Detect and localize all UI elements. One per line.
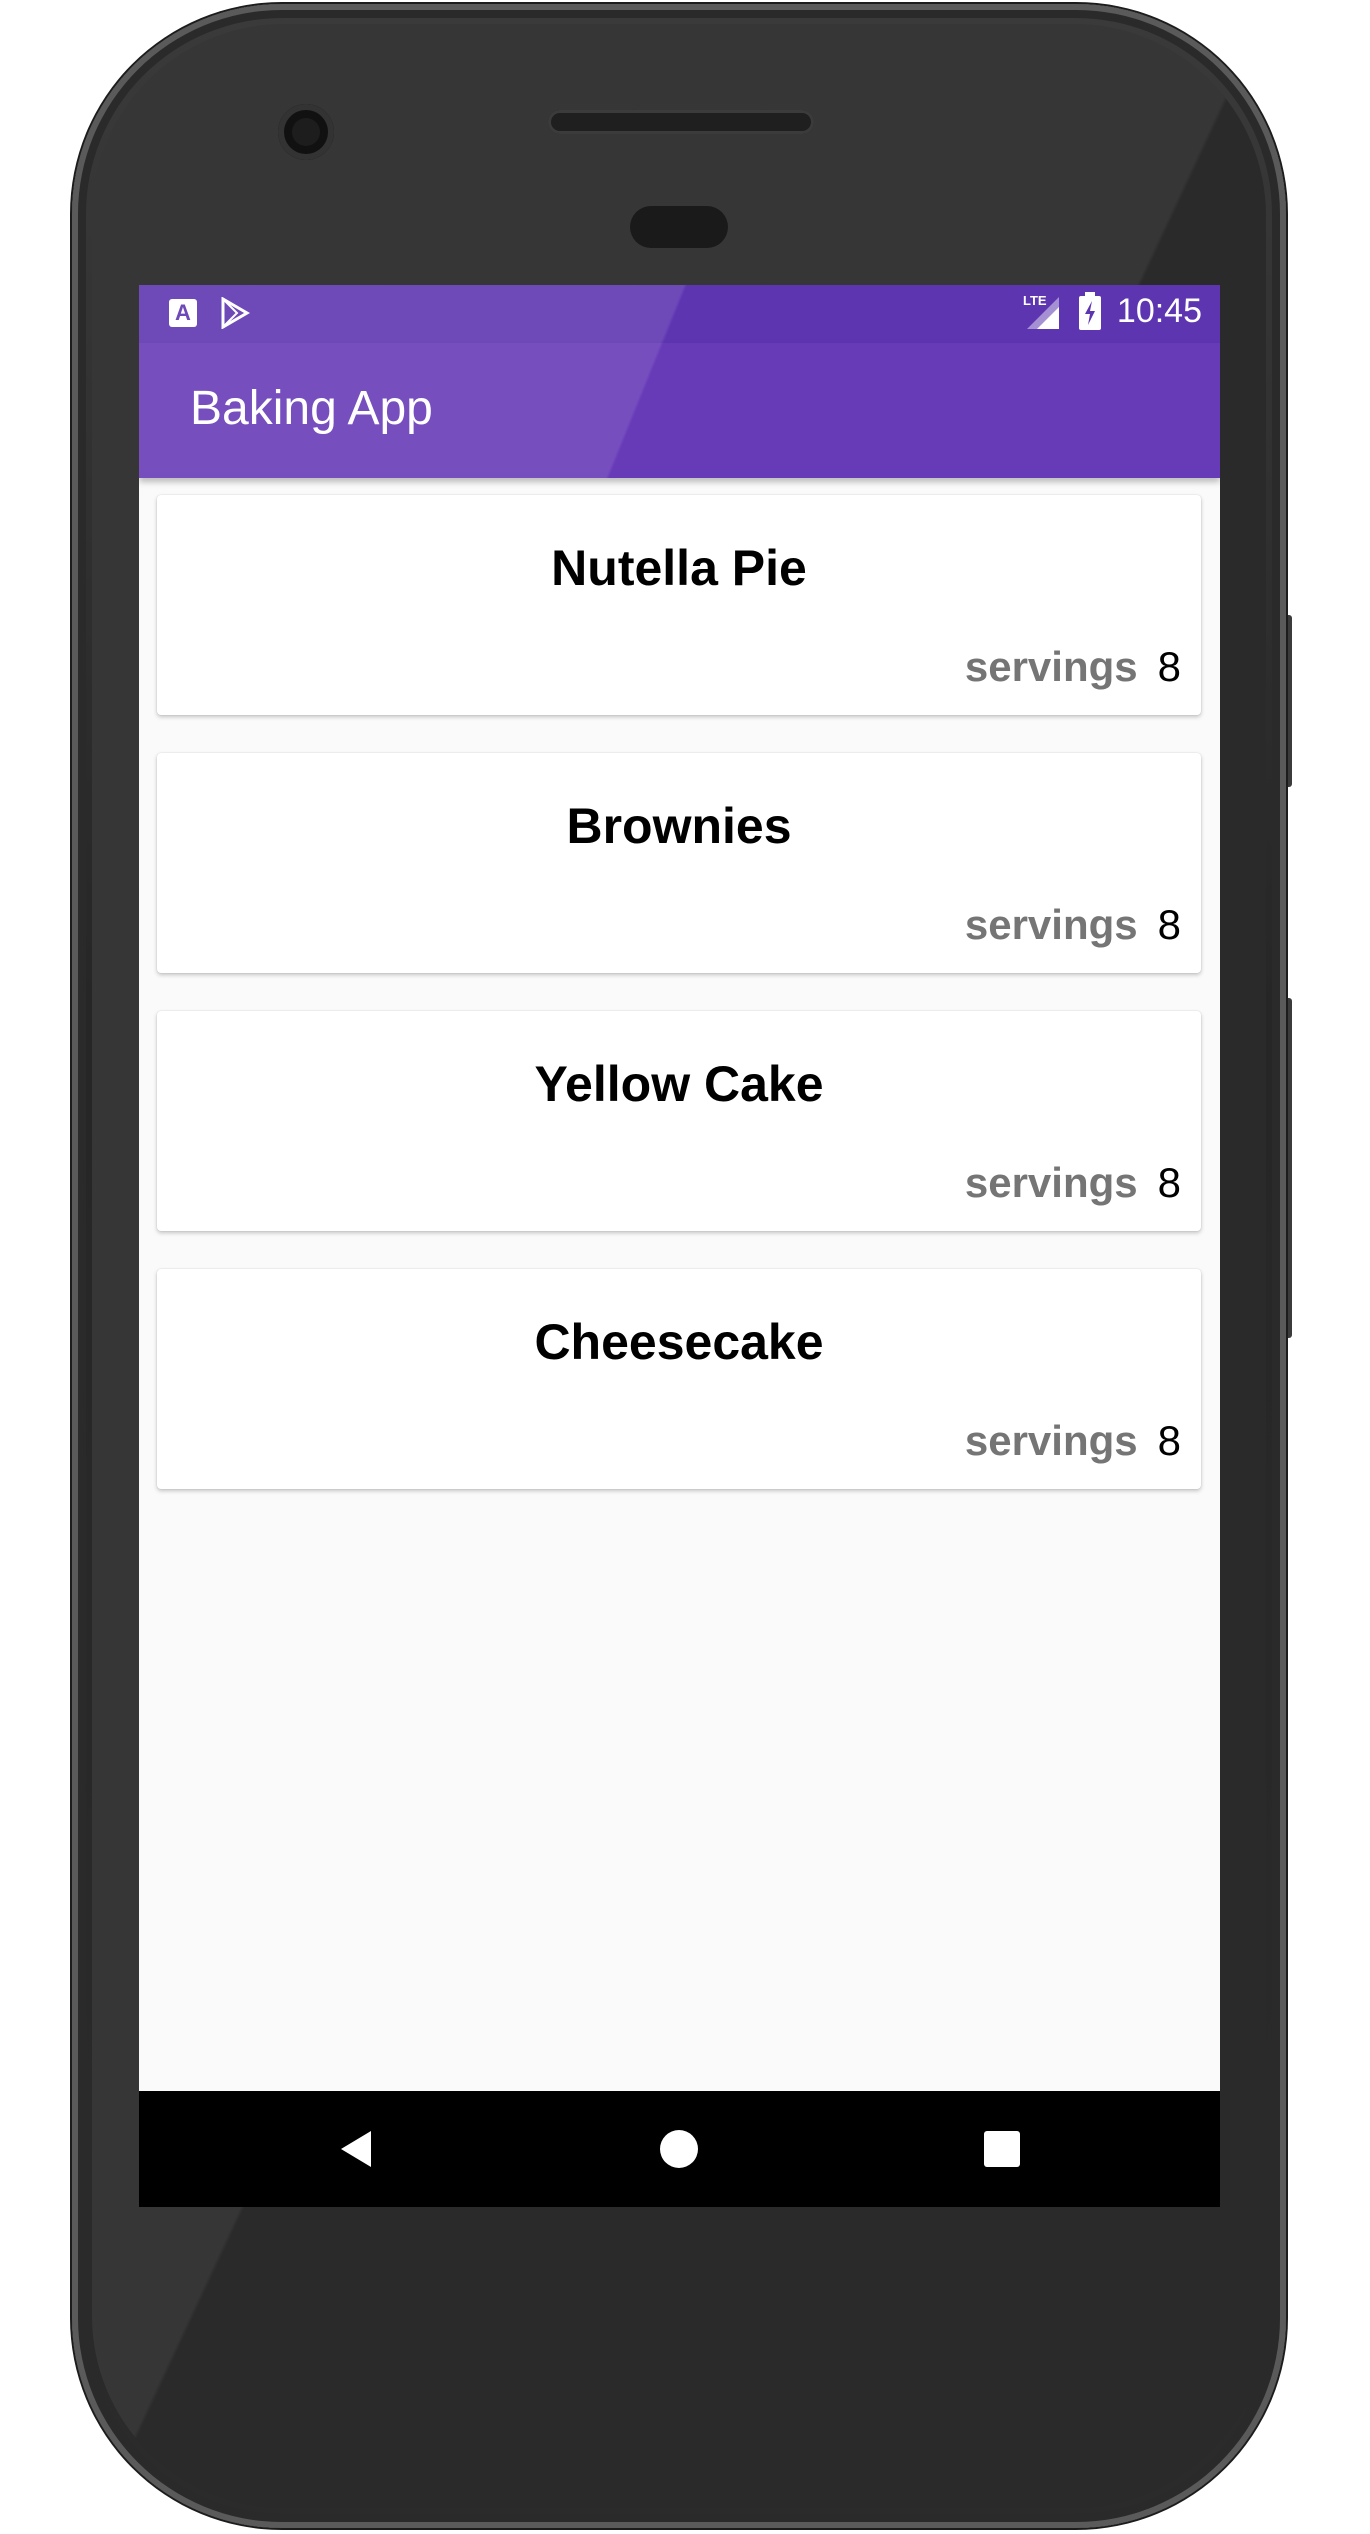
servings-count: 8 [1157, 1417, 1181, 1464]
device-stage: A LTE 10:45 Baking App Nutella Pie servi… [0, 0, 1370, 2534]
lte-signal-icon: LTE [1023, 293, 1059, 329]
screen: A LTE 10:45 Baking App Nutella Pie servi… [139, 285, 1220, 2207]
servings-label: servings [964, 1417, 1138, 1464]
navigation-bar [139, 2091, 1220, 2207]
status-notifications: A [169, 297, 251, 329]
recipe-card-brownies[interactable]: Brownies servings 8 [157, 753, 1201, 973]
battery-charging-icon [1078, 292, 1101, 330]
recipe-card-yellow-cake[interactable]: Yellow Cake servings 8 [157, 1011, 1201, 1231]
servings-label: servings [964, 643, 1138, 690]
servings-label: servings [964, 901, 1138, 948]
back-button[interactable] [333, 2125, 381, 2173]
recents-button[interactable] [978, 2125, 1026, 2173]
svg-text:LTE: LTE [1023, 293, 1047, 308]
play-store-icon [221, 297, 250, 329]
recipe-name: Yellow Cake [534, 1056, 824, 1112]
servings-count: 8 [1157, 1159, 1181, 1206]
status-time: 10:45 [1116, 291, 1202, 330]
recipe-name: Brownies [566, 798, 792, 854]
status-system: LTE 10:45 [1023, 291, 1202, 331]
servings-count: 8 [1157, 643, 1181, 690]
proximity-sensor [630, 206, 728, 248]
servings-row: servings 8 [965, 901, 1181, 949]
recipe-name: Cheesecake [534, 1314, 824, 1370]
earpiece-speaker [548, 110, 814, 134]
recents-icon [984, 2131, 1020, 2167]
back-icon [341, 2131, 371, 2167]
app-title: Baking App [190, 382, 433, 435]
a-notification-icon: A [169, 299, 197, 327]
servings-row: servings 8 [965, 643, 1181, 691]
recipe-list: Nutella Pie servings 8 Brownies servings… [157, 495, 1201, 1527]
recipe-name: Nutella Pie [551, 540, 807, 596]
status-bar: A LTE 10:45 [139, 285, 1220, 343]
servings-label: servings [964, 1159, 1138, 1206]
servings-count: 8 [1157, 901, 1181, 948]
servings-row: servings 8 [965, 1417, 1181, 1465]
app-bar: Baking App [139, 343, 1220, 478]
recipe-card-nutella-pie[interactable]: Nutella Pie servings 8 [157, 495, 1201, 715]
home-icon [660, 2130, 698, 2168]
recipe-card-cheesecake[interactable]: Cheesecake servings 8 [157, 1269, 1201, 1489]
servings-row: servings 8 [965, 1159, 1181, 1207]
front-camera [278, 104, 334, 160]
home-button[interactable] [655, 2125, 703, 2173]
